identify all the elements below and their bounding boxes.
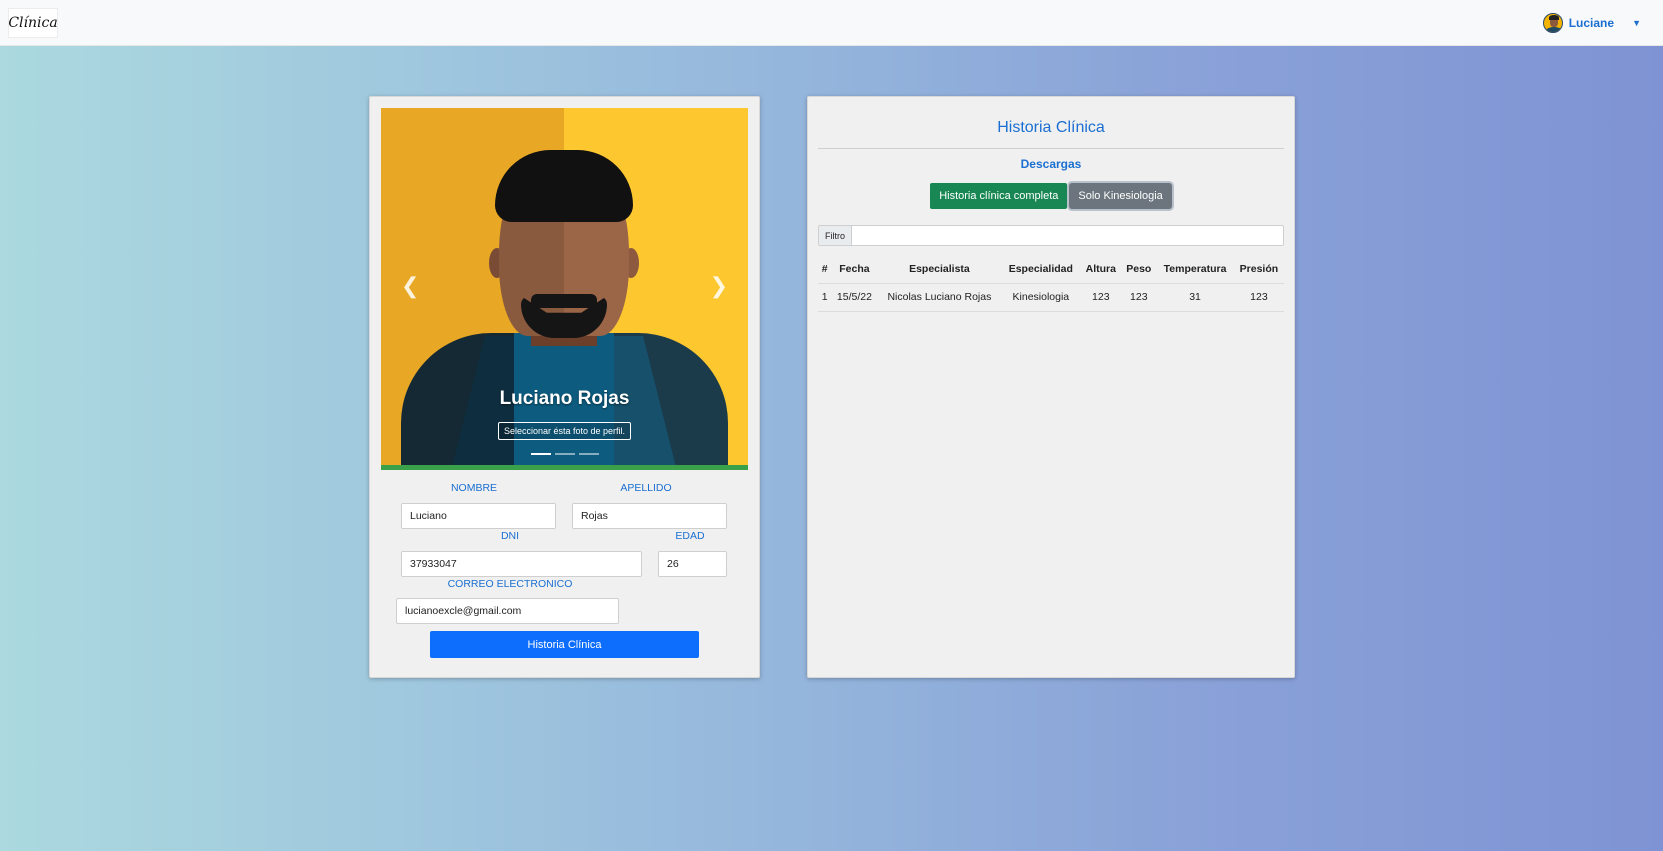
carousel-indicator[interactable] — [554, 453, 575, 455]
historia-clinica-button[interactable]: Historia Clínica — [430, 631, 699, 658]
column-header: Fecha — [831, 255, 878, 284]
email-field[interactable]: lucianoexcle@gmail.com — [396, 598, 619, 624]
column-header: Temperatura — [1156, 255, 1234, 284]
column-header: # — [818, 255, 832, 284]
filter-group: Filtro — [818, 225, 1284, 246]
user-name: Luciane — [1568, 16, 1615, 30]
table-cell: 15/5/22 — [831, 283, 878, 312]
user-avatar-icon — [1542, 13, 1563, 33]
filter-input[interactable] — [852, 226, 1283, 245]
column-header: Presión — [1233, 255, 1284, 284]
table-row[interactable]: 1 15/5/22 Nicolas Luciano Rojas Kinesiol… — [818, 283, 1284, 312]
app-logo[interactable]: Clínica — [8, 8, 58, 38]
table-cell: Nicolas Luciano Rojas — [877, 283, 1002, 312]
caption-title: Luciano Rojas — [499, 388, 630, 409]
carousel-caption: Luciano Rojas Seleccionar ésta foto de p… — [381, 388, 748, 440]
correo-label: CORREO ELECTRONICO — [447, 578, 573, 590]
nombre-label: NOMBRE — [450, 482, 498, 494]
column-header: Especialidad — [1001, 255, 1081, 284]
carousel-next-icon[interactable]: ❯ — [710, 273, 728, 299]
apellido-field[interactable]: Rojas — [572, 503, 727, 529]
logo-text: Clínica — [8, 15, 58, 31]
history-title: Historia Clínica — [997, 119, 1105, 136]
top-navbar: Clínica Luciane ▼ — [0, 0, 1663, 46]
download-full-history-button[interactable]: Historia clínica completa — [930, 183, 1068, 209]
table-cell: 31 — [1156, 283, 1234, 312]
column-header: Especialista — [877, 255, 1002, 284]
filter-label: Filtro — [819, 226, 852, 245]
history-table: # Fecha Especialista Especialidad Altura… — [818, 255, 1284, 312]
carousel-indicator[interactable] — [578, 453, 599, 455]
dni-field[interactable]: 37933047 — [401, 551, 642, 577]
profile-card: ❮ ❯ Luciano Rojas Seleccionar ésta foto … — [369, 96, 760, 678]
profile-photo-carousel[interactable]: ❮ ❯ Luciano Rojas Seleccionar ésta foto … — [381, 108, 748, 470]
edad-label: EDAD — [675, 530, 705, 542]
table-header-row: # Fecha Especialista Especialidad Altura… — [818, 255, 1284, 284]
edad-field[interactable]: 26 — [658, 551, 727, 577]
dni-label: DNI — [500, 530, 520, 542]
table-cell: 1 — [818, 283, 832, 312]
user-menu[interactable]: Luciane ▼ — [1542, 12, 1641, 34]
column-header: Peso — [1121, 255, 1157, 284]
table-cell: 123 — [1233, 283, 1284, 312]
select-photo-button[interactable]: Seleccionar ésta foto de perfil. — [497, 422, 632, 440]
history-card: Historia Clínica Descargas Historia clín… — [807, 96, 1295, 678]
table-cell: 123 — [1121, 283, 1157, 312]
caret-down-icon: ▼ — [1632, 18, 1641, 28]
downloads-label: Descargas — [1020, 157, 1082, 171]
nombre-field[interactable]: Luciano — [401, 503, 556, 529]
carousel-indicators — [381, 453, 748, 455]
table-cell: Kinesiologia — [1001, 283, 1081, 312]
carousel-indicator[interactable] — [530, 453, 551, 455]
download-kinesiologia-button[interactable]: Solo Kinesiologia — [1069, 183, 1172, 209]
column-header: Altura — [1080, 255, 1122, 284]
apellido-label: APELLIDO — [620, 482, 672, 494]
table-cell: 123 — [1080, 283, 1122, 312]
carousel-prev-icon[interactable]: ❮ — [401, 273, 419, 299]
download-button-group: Historia clínica completa Solo Kinesiolo… — [808, 183, 1294, 209]
divider — [818, 148, 1284, 149]
